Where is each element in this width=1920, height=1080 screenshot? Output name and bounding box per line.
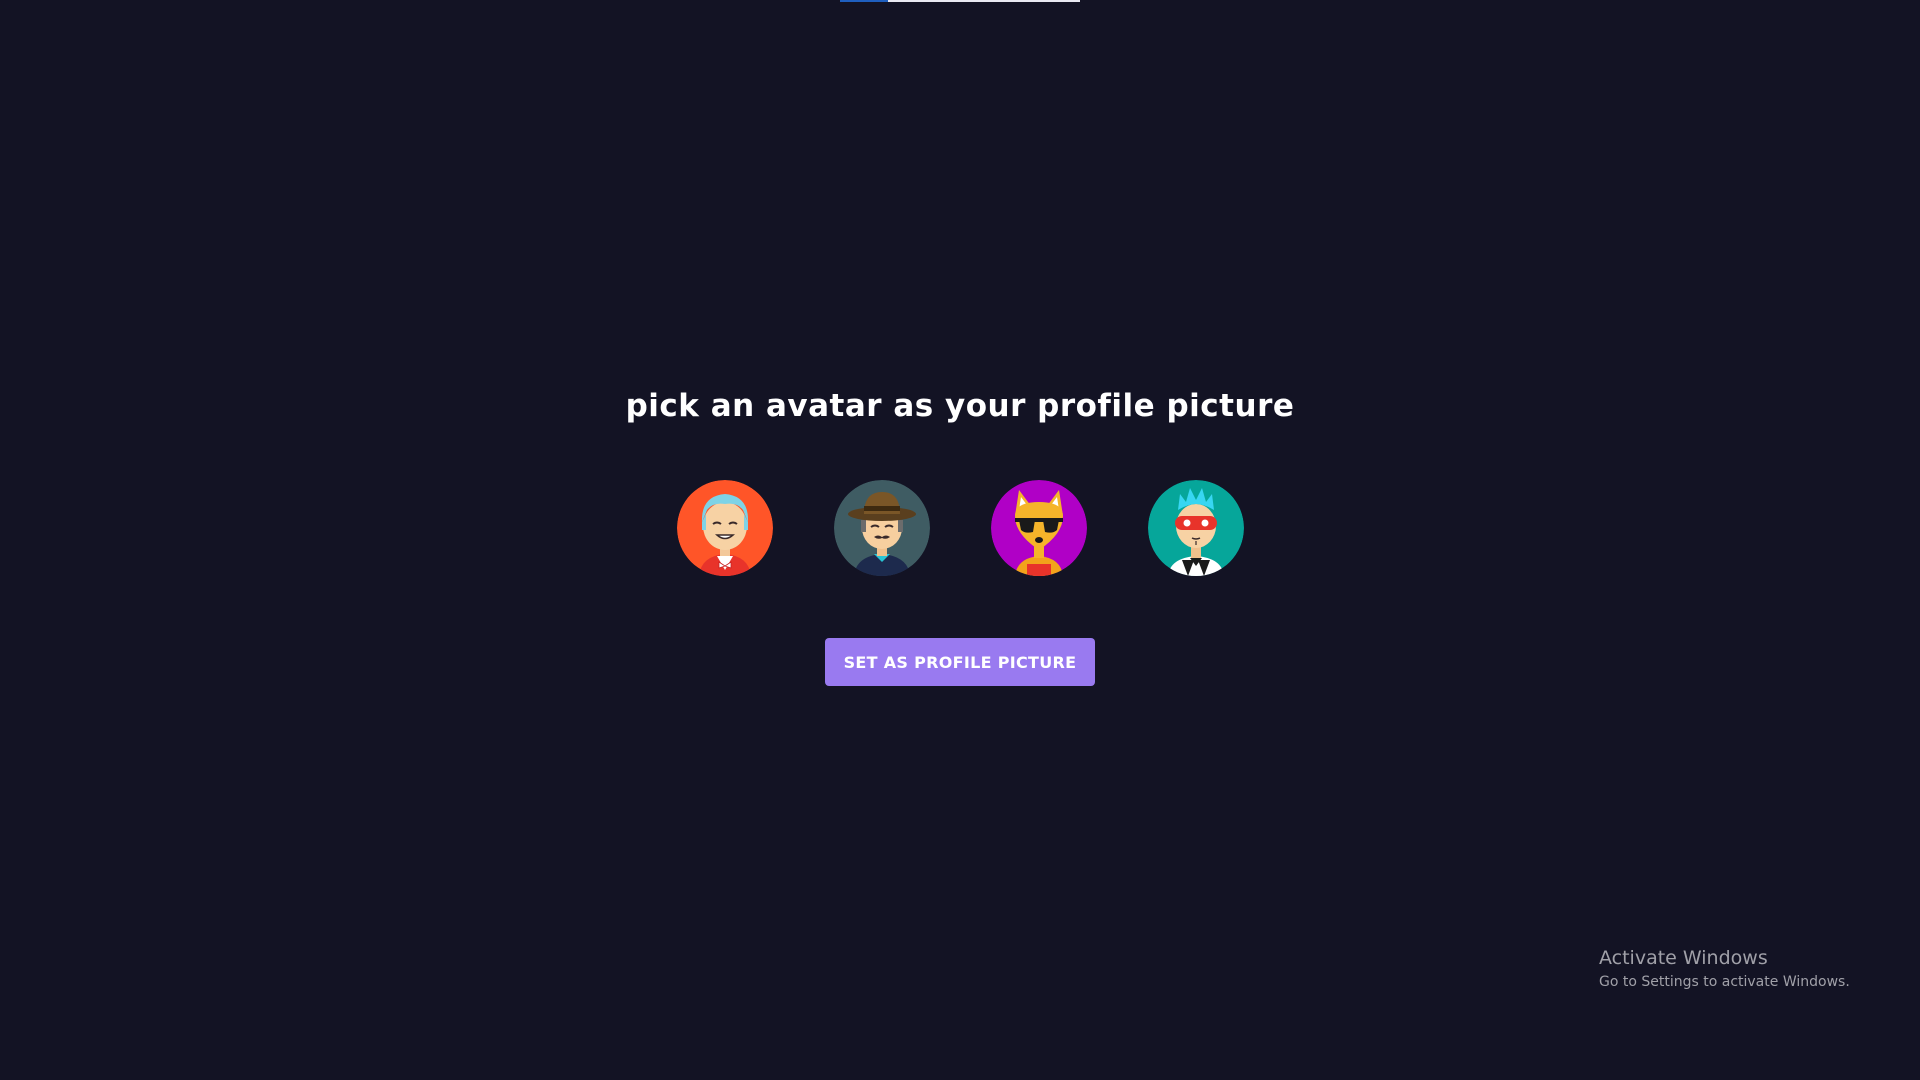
watermark-subtitle: Go to Settings to activate Windows. (1599, 974, 1850, 990)
avatar-list (675, 478, 1246, 578)
top-progress-bar (840, 0, 1080, 2)
avatar-option-1[interactable] (675, 478, 775, 578)
avatar-picker-container: pick an avatar as your profile picture S… (0, 380, 1920, 686)
top-progress-fill (840, 0, 888, 2)
avatar-blue-hair-icon (676, 480, 773, 576)
avatar-masked-icon (1147, 480, 1244, 576)
windows-activation-watermark: Activate Windows Go to Settings to activ… (1599, 944, 1850, 992)
avatar-fedora-icon (833, 480, 930, 576)
avatar-option-3[interactable] (989, 478, 1089, 578)
watermark-title: Activate Windows (1599, 947, 1768, 969)
avatar-picker-page: pick an avatar as your profile picture S… (0, 0, 1920, 1080)
set-profile-picture-button[interactable]: Set as Profile Picture (825, 638, 1095, 686)
page-title: pick an avatar as your profile picture (625, 388, 1295, 424)
avatar-option-2[interactable] (832, 478, 932, 578)
avatar-fox-sunglasses-icon (990, 480, 1087, 576)
avatar-option-4[interactable] (1146, 478, 1246, 578)
